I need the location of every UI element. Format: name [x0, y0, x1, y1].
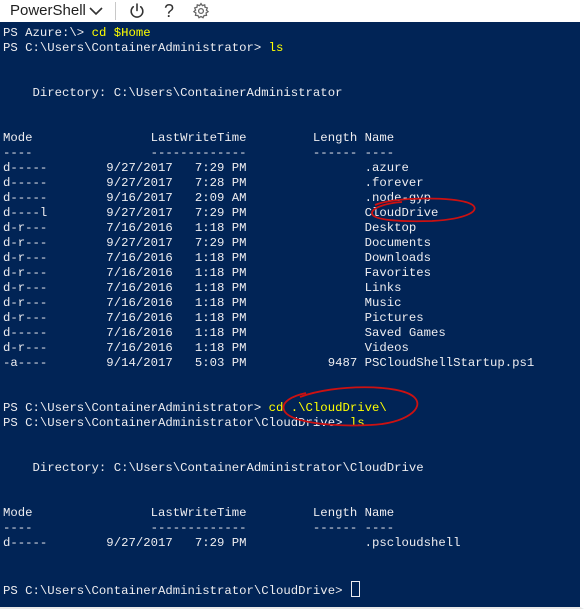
cloud-shell-toolbar: PowerShell ?	[0, 0, 584, 23]
annotation-layer	[282, 197, 476, 427]
shell-selector-label: PowerShell	[10, 2, 86, 19]
chevron-down-icon[interactable]	[88, 3, 104, 19]
help-icon[interactable]: ?	[160, 2, 178, 20]
terminal-pane[interactable]: PS Azure:\> cd $Home PS C:\Users\Contain…	[0, 22, 584, 609]
toolbar-divider	[115, 2, 116, 20]
annotation-circle-cd-command	[282, 386, 419, 427]
gear-icon[interactable]	[192, 2, 210, 20]
help-glyph: ?	[164, 2, 174, 20]
annotation-circle-clouddrive	[371, 197, 476, 223]
power-icon[interactable]	[128, 2, 146, 20]
